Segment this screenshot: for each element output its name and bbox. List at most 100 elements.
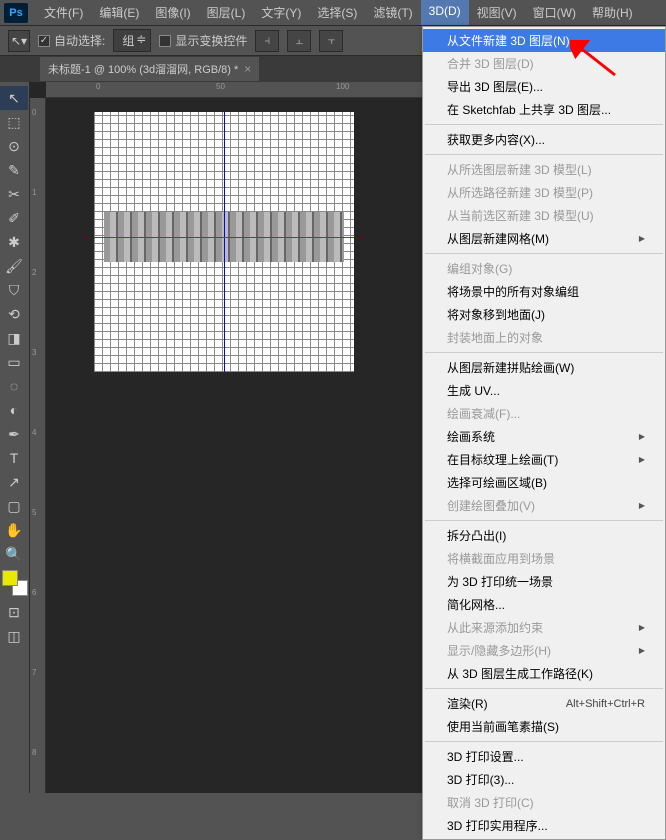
blur-tool[interactable]: ◌	[0, 374, 28, 398]
ruler-tick: 3	[32, 348, 36, 357]
quick-select-tool[interactable]: ✎	[0, 158, 28, 182]
menu-item[interactable]: 从文件新建 3D 图层(N)...	[423, 29, 665, 52]
align-center-icon[interactable]: ⫠	[287, 30, 311, 52]
menu-item[interactable]: 将场景中的所有对象编组	[423, 280, 665, 303]
menu-item-label: 绘画系统	[447, 428, 495, 445]
menu-e[interactable]: 编辑(E)	[91, 0, 147, 25]
show-transform-checkbox[interactable]: 显示变换控件	[159, 32, 247, 49]
vertical-guide[interactable]	[224, 112, 225, 372]
show-transform-label: 显示变换控件	[175, 32, 247, 49]
document-canvas[interactable]	[94, 112, 354, 372]
vertical-ruler[interactable]: 012345678	[30, 98, 46, 793]
menu-item-label: 编组对象(G)	[447, 260, 512, 277]
menu-item[interactable]: 简化网格...	[423, 593, 665, 616]
menu-item[interactable]: 为 3D 打印统一场景	[423, 570, 665, 593]
menu-t[interactable]: 滤镜(T)	[365, 0, 420, 25]
hand-tool[interactable]: ✋	[0, 518, 28, 542]
menu-item[interactable]: 将对象移到地面(J)	[423, 303, 665, 326]
menu-item: 从所选图层新建 3D 模型(L)	[423, 158, 665, 181]
menu-item: 将横截面应用到场景	[423, 547, 665, 570]
menu-item-label: 将场景中的所有对象编组	[447, 283, 579, 300]
menu-shortcut: Alt+Shift+Ctrl+R	[566, 698, 645, 710]
menu-separator	[425, 124, 663, 125]
horizontal-guide[interactable]	[94, 237, 354, 238]
menu-w[interactable]: 窗口(W)	[525, 0, 584, 25]
menu-separator	[425, 253, 663, 254]
menu-item: 绘画衰减(F)...	[423, 402, 665, 425]
menu-item[interactable]: 3D 打印设置...	[423, 745, 665, 768]
menu-item-label: 生成 UV...	[447, 382, 500, 399]
menu-y[interactable]: 文字(Y)	[253, 0, 309, 25]
brush-tool[interactable]: 🖌	[0, 254, 28, 278]
history-brush-tool[interactable]: ⟲	[0, 302, 28, 326]
menu-item[interactable]: 从图层新建网格(M)	[423, 227, 665, 250]
menu-item[interactable]: 导出 3D 图层(E)...	[423, 75, 665, 98]
menu-separator	[425, 520, 663, 521]
ruler-tick: 7	[32, 668, 36, 677]
crop-tool[interactable]: ✂	[0, 182, 28, 206]
rectangle-tool[interactable]: ▢	[0, 494, 28, 518]
menu-item[interactable]: 从图层新建拼贴绘画(W)	[423, 356, 665, 379]
ruler-tick: 5	[32, 508, 36, 517]
menu-item[interactable]: 绘画系统	[423, 425, 665, 448]
menu-item: 从此来源添加约束	[423, 616, 665, 639]
close-tab-icon[interactable]: ×	[244, 62, 251, 76]
menu-item[interactable]: 从 3D 图层生成工作路径(K)	[423, 662, 665, 685]
menu-h[interactable]: 帮助(H)	[584, 0, 641, 25]
align-left-icon[interactable]: ⫞	[255, 30, 279, 52]
spot-heal-tool[interactable]: ✱	[0, 230, 28, 254]
zoom-tool[interactable]: 🔍	[0, 542, 28, 566]
quick-mask[interactable]: ◫	[0, 624, 28, 648]
menu-item-label: 绘画衰减(F)...	[447, 405, 520, 422]
eraser-tool[interactable]: ◨	[0, 326, 28, 350]
menu-item[interactable]: 3D 打印(3)...	[423, 768, 665, 791]
pen-tool[interactable]: ✒	[0, 422, 28, 446]
menu-s[interactable]: 选择(S)	[309, 0, 365, 25]
menu-separator	[425, 688, 663, 689]
stamp-tool[interactable]: ⛉	[0, 278, 28, 302]
menu-item[interactable]: 渲染(R)Alt+Shift+Ctrl+R	[423, 692, 665, 715]
gradient-tool[interactable]: ▭	[0, 350, 28, 374]
menu-item[interactable]: 在 Sketchfab 上共享 3D 图层...	[423, 98, 665, 121]
menu-item[interactable]: 3D 打印实用程序...	[423, 814, 665, 837]
tool-preset-picker[interactable]: ↖▾	[8, 30, 30, 52]
ruler-tick: 4	[32, 428, 36, 437]
eyedropper-tool[interactable]: ✐	[0, 206, 28, 230]
menu-separator	[425, 741, 663, 742]
move-tool[interactable]: ↖	[0, 86, 28, 110]
dodge-tool[interactable]: ◐	[0, 398, 28, 422]
path-select-tool[interactable]: ↗	[0, 470, 28, 494]
menu-item[interactable]: 拆分凸出(I)	[423, 524, 665, 547]
auto-select-checkbox[interactable]: ✓ 自动选择:	[38, 32, 105, 49]
menu-item[interactable]: 获取更多内容(X)...	[423, 128, 665, 151]
marquee-tool[interactable]: ⬚	[0, 110, 28, 134]
color-swatches[interactable]	[2, 570, 28, 596]
menu-item-label: 3D 打印(3)...	[447, 771, 514, 788]
edit-toolbar[interactable]: ⊡	[0, 600, 28, 624]
menu-item: 从所选路径新建 3D 模型(P)	[423, 181, 665, 204]
menu-3dd[interactable]: 3D(D)	[421, 0, 469, 25]
document-tab[interactable]: 未标题-1 @ 100% (3d溜溜网, RGB/8) * ×	[40, 57, 259, 81]
ruler-tick: 8	[32, 748, 36, 757]
lasso-tool[interactable]: ⊙	[0, 134, 28, 158]
menu-item[interactable]: 使用当前画笔素描(S)	[423, 715, 665, 738]
type-tool[interactable]: T	[0, 446, 28, 470]
menu-v[interactable]: 视图(V)	[469, 0, 525, 25]
foreground-color-swatch[interactable]	[2, 570, 18, 586]
menu-separator	[425, 154, 663, 155]
checkmark-icon: ✓	[38, 35, 50, 47]
menu-i[interactable]: 图像(I)	[147, 0, 198, 25]
menu-item[interactable]: 生成 UV...	[423, 379, 665, 402]
menu-item-label: 创建绘图叠加(V)	[447, 497, 535, 514]
menu-item-label: 获取更多内容(X)...	[447, 131, 545, 148]
menu-item[interactable]: 在目标纹理上绘画(T)	[423, 448, 665, 471]
menu-item-label: 将横截面应用到场景	[447, 550, 555, 567]
menu-f[interactable]: 文件(F)	[36, 0, 91, 25]
menu-item[interactable]: 选择可绘画区域(B)	[423, 471, 665, 494]
menu-bar: Ps 文件(F)编辑(E)图像(I)图层(L)文字(Y)选择(S)滤镜(T)3D…	[0, 0, 666, 26]
menu-l[interactable]: 图层(L)	[199, 0, 254, 25]
menu-item-label: 在目标纹理上绘画(T)	[447, 451, 558, 468]
ruler-tick: 50	[216, 82, 225, 91]
auto-select-target-dropdown[interactable]: 组	[113, 29, 151, 52]
align-right-icon[interactable]: ⫟	[319, 30, 343, 52]
